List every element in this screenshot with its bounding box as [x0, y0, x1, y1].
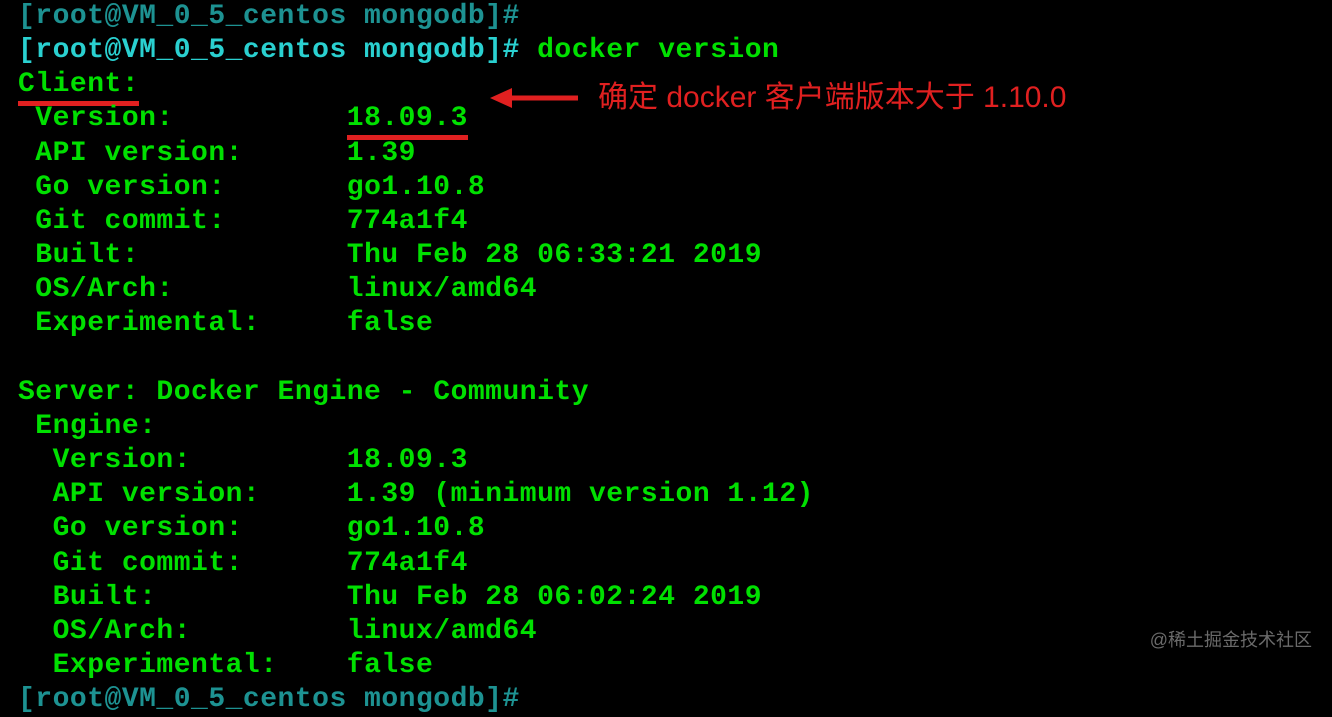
prompt-line-cut-bottom: [root@VM_0_5_centos mongodb]# — [18, 683, 1314, 717]
prompt-line-cut-top: [root@VM_0_5_centos mongodb]# — [18, 0, 1314, 34]
prompt-text: [root@VM_0_5_centos mongodb]# — [18, 1, 520, 32]
row-label: API version: — [18, 138, 347, 169]
client-row: API version: 1.39 — [18, 137, 1314, 171]
server-row: OS/Arch: linux/amd64 — [18, 615, 1314, 649]
row-value: 774a1f4 — [347, 206, 468, 237]
row-label: Version: — [18, 103, 347, 134]
row-label: Version: — [18, 445, 347, 476]
row-label: Go version: — [18, 513, 347, 544]
server-row: Experimental: false — [18, 649, 1314, 683]
row-value: false — [347, 650, 434, 681]
client-row: Experimental: false — [18, 307, 1314, 341]
row-value: go1.10.8 — [347, 172, 485, 203]
row-value: linux/amd64 — [347, 274, 537, 305]
annotation-text: 确定 docker 客户端版本大于 1.10.0 — [598, 80, 1066, 117]
row-label: Git commit: — [18, 548, 347, 579]
row-label: OS/Arch: — [18, 274, 347, 305]
client-row: Git commit: 774a1f4 — [18, 205, 1314, 239]
row-label: Git commit: — [18, 206, 347, 237]
row-label: Go version: — [18, 172, 347, 203]
row-value: 1.39 (minimum version 1.12) — [347, 479, 814, 510]
row-value: 1.39 — [347, 138, 416, 169]
command-line: [root@VM_0_5_centos mongodb]# docker ver… — [18, 34, 1314, 68]
arrow-left-icon — [490, 84, 580, 112]
server-row: Git commit: 774a1f4 — [18, 547, 1314, 581]
row-value-highlighted: 18.09.3 — [347, 103, 468, 140]
row-value: go1.10.8 — [347, 513, 485, 544]
row-label: API version: — [18, 479, 347, 510]
row-value: false — [347, 308, 434, 339]
server-row: Version: 18.09.3 — [18, 444, 1314, 478]
annotation-callout: 确定 docker 客户端版本大于 1.10.0 — [490, 80, 1066, 117]
server-row: API version: 1.39 (minimum version 1.12) — [18, 478, 1314, 512]
row-value: Thu Feb 28 06:02:24 2019 — [347, 582, 762, 613]
client-header-text: Client: — [18, 69, 139, 106]
row-value: 18.09.3 — [347, 445, 468, 476]
blank-line — [18, 342, 1314, 376]
row-label: OS/Arch: — [18, 616, 347, 647]
engine-label: Engine: — [18, 410, 1314, 444]
server-row: Go version: go1.10.8 — [18, 512, 1314, 546]
row-value: 774a1f4 — [347, 548, 468, 579]
row-label: Built: — [18, 240, 347, 271]
server-header: Server: Docker Engine - Community — [18, 376, 1314, 410]
row-value: linux/amd64 — [347, 616, 537, 647]
client-row: Built: Thu Feb 28 06:33:21 2019 — [18, 239, 1314, 273]
row-value: Thu Feb 28 06:33:21 2019 — [347, 240, 762, 271]
server-row: Built: Thu Feb 28 06:02:24 2019 — [18, 581, 1314, 615]
row-label: Experimental: — [18, 650, 347, 681]
row-label: Experimental: — [18, 308, 347, 339]
prompt-text: [root@VM_0_5_centos mongodb]# — [18, 684, 520, 715]
watermark-text: @稀土掘金技术社区 — [1150, 630, 1312, 652]
row-label: Built: — [18, 582, 347, 613]
prompt-text: [root@VM_0_5_centos mongodb]# — [18, 35, 537, 66]
client-row: Go version: go1.10.8 — [18, 171, 1314, 205]
command-text: docker version — [537, 35, 779, 66]
client-row: OS/Arch: linux/amd64 — [18, 273, 1314, 307]
